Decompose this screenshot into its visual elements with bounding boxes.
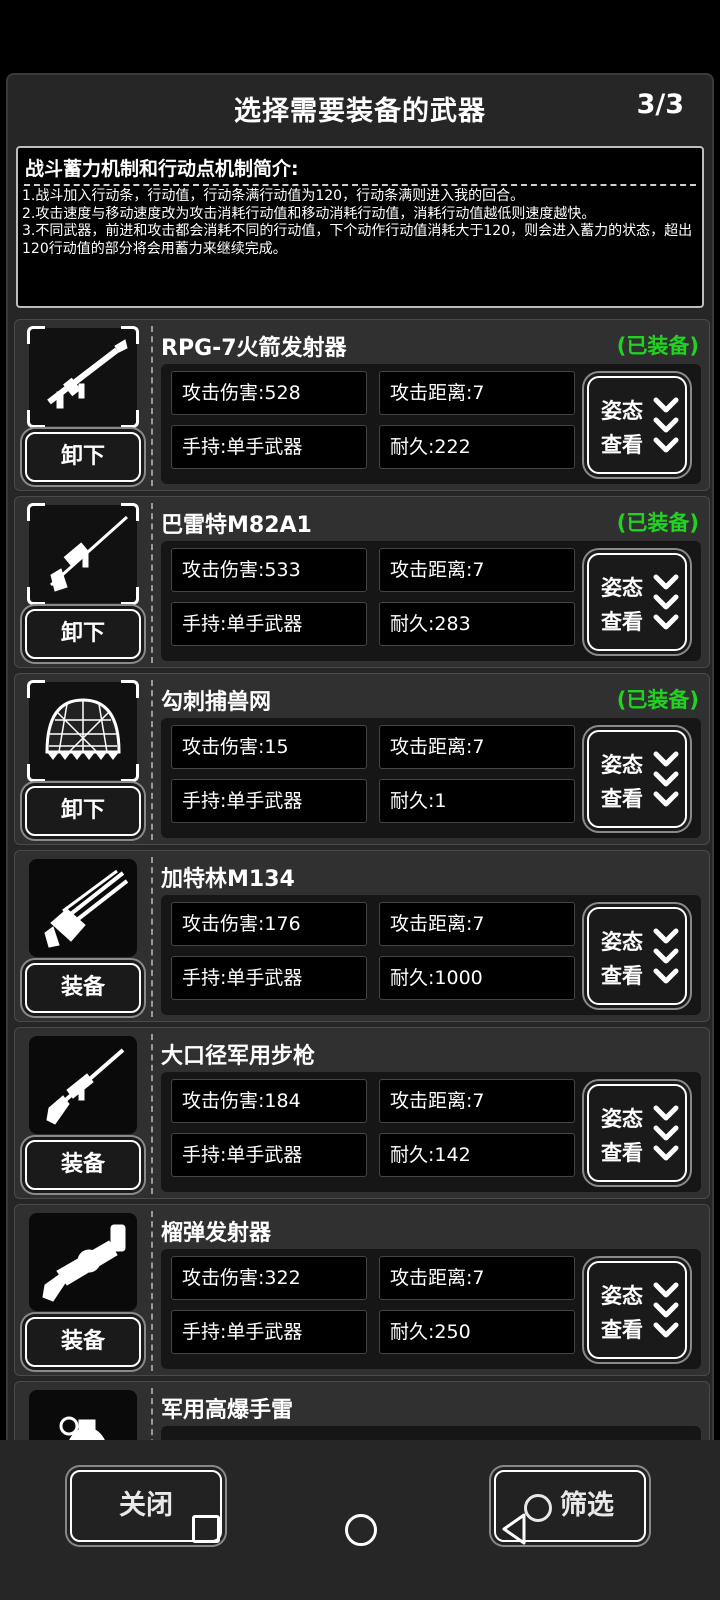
- weapon-stats: 攻击伤害:176 攻击距离:7 手持:单手武器 耐久:1000 姿态查看: [161, 895, 701, 1015]
- panel-header: 选择需要装备的武器 3/3: [8, 75, 712, 139]
- hold-type: 手持:单手武器: [171, 1133, 367, 1177]
- equip-button[interactable]: 装备: [25, 1317, 141, 1367]
- weapon-stats: 攻击伤害:15 攻击距离:7 手持:单手武器 耐久:1 姿态查看: [161, 718, 701, 838]
- durability: 耐久:283: [379, 602, 575, 646]
- back-icon[interactable]: [500, 1512, 528, 1546]
- chevron-down-icon: [653, 928, 679, 984]
- rpg-launcher-icon: [47, 339, 128, 409]
- mechanics-intro-box: 战斗蓄力机制和行动点机制简介: 1.战斗加入行动条，行动值，行动条满行动值为12…: [16, 146, 704, 308]
- pose-view-button[interactable]: 姿态查看: [587, 1084, 687, 1182]
- weapon-stats: 攻击伤害:528 攻击距离:7 手持:单手武器 耐久:222 姿态查看: [161, 364, 701, 484]
- weapon-name: 加特林M134: [161, 867, 295, 892]
- weapon-name: 勾刺捕兽网: [161, 690, 272, 715]
- attack-damage: 攻击伤害:528: [171, 371, 367, 415]
- durability: 耐久:142: [379, 1133, 575, 1177]
- weapon-stats: 攻击伤害:322 攻击距离:7 手持:单手武器 耐久:250 姿态查看: [161, 1249, 701, 1369]
- chevron-down-icon: [653, 1282, 679, 1338]
- intro-line-2: 2.攻击速度与移动速度改为攻击消耗行动值和移动消耗行动值，消耗行动值越低则速度越…: [22, 205, 596, 222]
- weapon-icon-frame: [29, 859, 137, 957]
- unequip-button[interactable]: 卸下: [25, 432, 141, 482]
- page-indicator: 3/3: [636, 89, 684, 120]
- attack-range: 攻击距离:7: [379, 1256, 575, 1300]
- pose-view-label: 姿态查看: [601, 753, 643, 811]
- weapon-icon-frame: [27, 326, 139, 428]
- attack-range: 攻击距离:7: [379, 725, 575, 769]
- intro-line-3: 3.不同武器，前进和攻击都会消耗不同的行动值，下个动作行动值消耗大于120，则会…: [22, 223, 693, 257]
- pose-view-button[interactable]: 姿态查看: [587, 907, 687, 1005]
- equip-button[interactable]: 装备: [25, 1140, 141, 1190]
- sniper-rifle-icon: [49, 515, 129, 592]
- durability: 耐久:222: [379, 425, 575, 469]
- intro-title: 战斗蓄力机制和行动点机制简介:: [25, 158, 299, 180]
- attack-range: 攻击距离:7: [379, 1079, 575, 1123]
- grenade-launcher-icon: [42, 1224, 126, 1302]
- weapon-name: RPG-7火箭发射器: [161, 336, 347, 361]
- chevron-down-icon: [653, 751, 679, 807]
- durability: 耐久:1000: [379, 956, 575, 1000]
- weapon-icon-frame: [27, 680, 139, 782]
- weapon-icon-frame: [29, 1213, 137, 1311]
- attack-damage: 攻击伤害:322: [171, 1256, 367, 1300]
- hold-type: 手持:单手武器: [171, 425, 367, 469]
- recent-apps-icon[interactable]: [192, 1515, 220, 1543]
- net-icon: [45, 698, 121, 760]
- weapon-name: 大口径军用步枪: [161, 1044, 316, 1069]
- weapon-card: 卸下 勾刺捕兽网 (已装备) 攻击伤害:15 攻击距离:7 手持:单手武器 耐久…: [14, 673, 710, 845]
- intro-divider: [24, 184, 696, 186]
- weapon-card: 卸下 巴雷特M82A1 (已装备) 攻击伤害:533 攻击距离:7 手持:单手武…: [14, 496, 710, 668]
- pose-view-button[interactable]: 姿态查看: [587, 730, 687, 828]
- weapon-stats: 攻击伤害:184 攻击距离:7 手持:单手武器 耐久:142 姿态查看: [161, 1072, 701, 1192]
- hold-type: 手持:单手武器: [171, 602, 367, 646]
- durability: 耐久:1: [379, 779, 575, 823]
- weapon-card: 装备 加特林M134 攻击伤害:176 攻击距离:7 手持:单手武器 耐久:10…: [14, 850, 710, 1022]
- pose-view-button[interactable]: 姿态查看: [587, 553, 687, 651]
- attack-damage: 攻击伤害:184: [171, 1079, 367, 1123]
- rifle-icon: [46, 1048, 125, 1125]
- pose-view-label: 姿态查看: [601, 576, 643, 634]
- attack-damage: 攻击伤害:176: [171, 902, 367, 946]
- equipped-badge: (已装备): [616, 334, 699, 358]
- weapon-select-panel: 选择需要装备的武器 3/3 战斗蓄力机制和行动点机制简介: 1.战斗加入行动条，…: [6, 73, 714, 1600]
- chevron-down-icon: [653, 397, 679, 453]
- home-icon[interactable]: [345, 1514, 377, 1546]
- weapon-name: 巴雷特M82A1: [161, 513, 312, 538]
- pose-view-label: 姿态查看: [601, 399, 643, 457]
- pose-view-label: 姿态查看: [601, 1107, 643, 1165]
- attack-range: 攻击距离:7: [379, 548, 575, 592]
- equipped-badge: (已装备): [616, 688, 699, 712]
- weapon-stats: 攻击伤害:533 攻击距离:7 手持:单手武器 耐久:283 姿态查看: [161, 541, 701, 661]
- weapon-card: 卸下 RPG-7火箭发射器 (已装备) 攻击伤害:528 攻击距离:7 手持:单…: [14, 319, 710, 491]
- weapon-icon-frame: [27, 503, 139, 605]
- weapon-name: 军用高爆手雷: [161, 1398, 294, 1423]
- weapon-icon-frame: [29, 1036, 137, 1134]
- pose-view-button[interactable]: 姿态查看: [587, 1261, 687, 1359]
- attack-damage: 攻击伤害:533: [171, 548, 367, 592]
- hold-type: 手持:单手武器: [171, 1310, 367, 1354]
- pose-view-button[interactable]: 姿态查看: [587, 376, 687, 474]
- chevron-down-icon: [653, 574, 679, 630]
- pose-view-label: 姿态查看: [601, 930, 643, 988]
- panel-title: 选择需要装备的武器: [234, 96, 486, 127]
- equip-button[interactable]: 装备: [25, 963, 141, 1013]
- minigun-icon: [44, 869, 129, 948]
- unequip-button[interactable]: 卸下: [25, 609, 141, 659]
- hold-type: 手持:单手武器: [171, 956, 367, 1000]
- weapon-card: 装备 大口径军用步枪 攻击伤害:184 攻击距离:7 手持:单手武器 耐久:14…: [14, 1027, 710, 1199]
- unequip-button[interactable]: 卸下: [25, 786, 141, 836]
- weapon-card: 装备 榴弹发射器 攻击伤害:322 攻击距离:7 手持:单手武器 耐久:250 …: [14, 1204, 710, 1376]
- durability: 耐久:250: [379, 1310, 575, 1354]
- attack-range: 攻击距离:7: [379, 902, 575, 946]
- equipped-badge: (已装备): [616, 511, 699, 535]
- hold-type: 手持:单手武器: [171, 779, 367, 823]
- attack-damage: 攻击伤害:15: [171, 725, 367, 769]
- weapon-name: 榴弹发射器: [161, 1221, 272, 1246]
- chevron-down-icon: [653, 1105, 679, 1161]
- pose-view-label: 姿态查看: [601, 1284, 643, 1342]
- attack-range: 攻击距离:7: [379, 371, 575, 415]
- intro-line-1: 1.战斗加入行动条，行动值，行动条满行动值为120，行动条满则进入我的回合。: [22, 188, 525, 204]
